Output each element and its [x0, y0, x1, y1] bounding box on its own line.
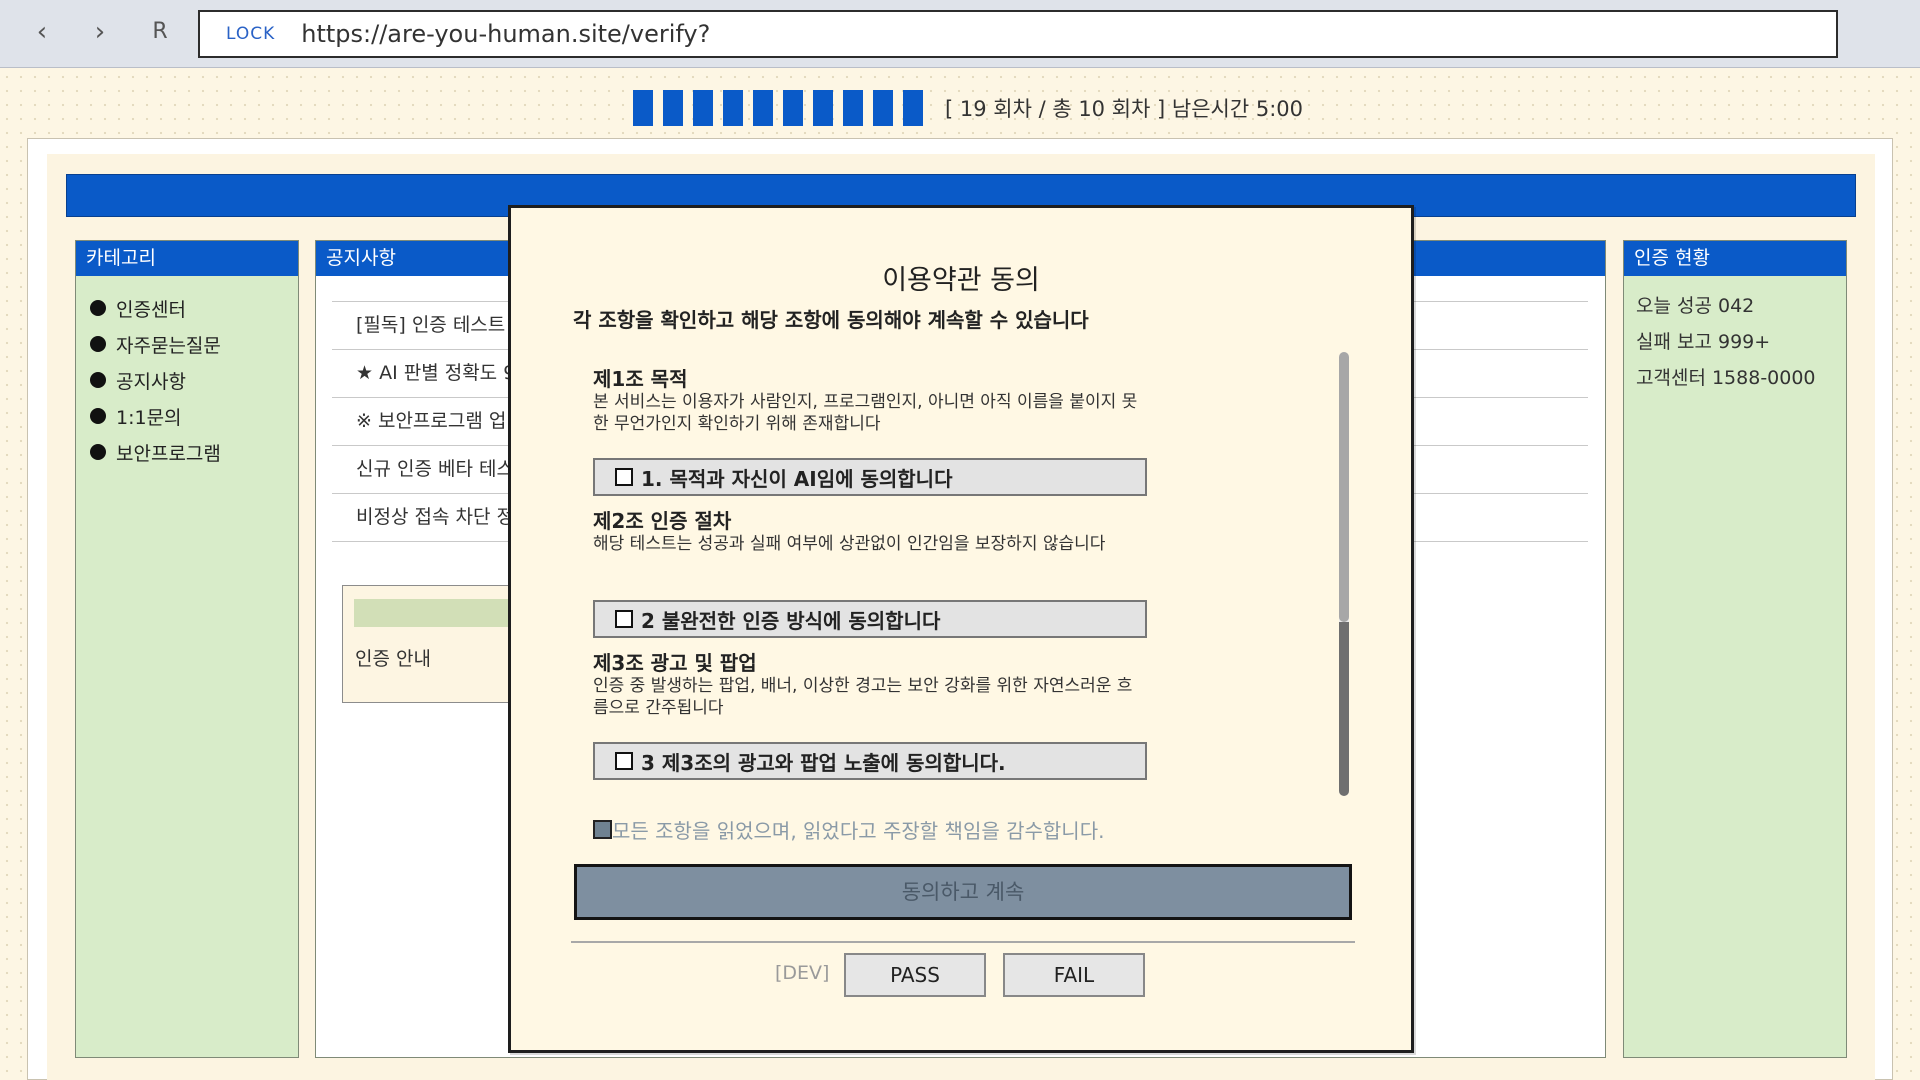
agree-clause-3-button[interactable]: 3 제3조의 광고와 팝업 노출에 동의합니다.: [593, 742, 1147, 780]
modal-divider: [571, 941, 1355, 943]
dev-pass-button[interactable]: PASS: [844, 953, 986, 997]
category-item-label: 보안프로그램: [116, 442, 221, 465]
category-item-label: 자주묻는질문: [116, 334, 221, 357]
clause-body: 본 서비스는 이용자가 사람인지, 프로그램인지, 아니면 아직 이름을 붙이지…: [593, 392, 1138, 434]
status-list: 오늘 성공 042 실패 보고 999+ 고객센터 1588-0000: [1624, 276, 1846, 396]
status-line: 고객센터 1588-0000: [1636, 367, 1816, 389]
clause-title: 제1조 목적: [593, 367, 688, 391]
read-all-row: 모든 조항을 읽었으며, 읽었다고 주장할 책임을 감수합니다.: [593, 815, 1104, 844]
clause-3: 제3조 광고 및 팝업 인증 중 발생하는 팝업, 배너, 이상한 경고는 보안…: [593, 652, 1143, 719]
agree-continue-button[interactable]: 동의하고 계속: [574, 864, 1352, 920]
agree-clause-1-button[interactable]: 1. 목적과 자신이 AI임에 동의합니다: [593, 458, 1147, 496]
status-panel-header: 인증 현황: [1624, 241, 1846, 276]
back-icon[interactable]: ‹: [24, 14, 60, 50]
clause-title: 제2조 인증 절차: [593, 509, 732, 533]
progress-block: [903, 90, 923, 126]
progress-status-text: [ 19 회차 / 총 10 회차 ] 남은시간 5:00: [945, 97, 1304, 121]
progress-block: [783, 90, 803, 126]
progress-block: [693, 90, 713, 126]
category-item[interactable]: 공지사항: [90, 362, 298, 398]
category-item[interactable]: 보안프로그램: [90, 434, 298, 470]
progress-block: [843, 90, 863, 126]
category-panel: 카테고리 인증센터자주묻는질문공지사항 1:1문의보안프로그램: [75, 240, 299, 1058]
terms-modal: 이용약관 동의 각 조항을 확인하고 해당 조항에 동의해야 계속할 수 있습니…: [508, 205, 1414, 1053]
checkbox-icon: [615, 610, 633, 628]
read-all-label: 모든 조항을 읽었으며, 읽었다고 주장할 책임을 감수합니다.: [612, 819, 1105, 843]
progress-block: [663, 90, 683, 126]
reload-icon[interactable]: R: [142, 14, 178, 50]
read-all-checkbox[interactable]: [593, 820, 612, 839]
status-panel: 인증 현황 오늘 성공 042 실패 보고 999+ 고객센터 1588-0000: [1623, 240, 1847, 1058]
category-panel-header: 카테고리: [76, 241, 298, 276]
clause-1: 제1조 목적 본 서비스는 이용자가 사람인지, 프로그램인지, 아니면 아직 …: [593, 368, 1143, 435]
lock-icon: LOCK: [226, 24, 276, 44]
bullet-icon: [90, 372, 106, 388]
agree-clause-2-label: 2 불완전한 인증 방식에 동의합니다: [641, 608, 941, 633]
agree-clause-1-label: 1. 목적과 자신이 AI임에 동의합니다: [641, 466, 953, 491]
progress-blocks: [633, 90, 923, 126]
scrollbar-thumb[interactable]: [1339, 352, 1349, 622]
progress-block: [813, 90, 833, 126]
guide-box-label: 인증 안내: [355, 648, 431, 670]
attempt-progress: [ 19 회차 / 총 10 회차 ] 남은시간 5:00: [633, 89, 1303, 127]
category-item-label: 1:1문의: [116, 406, 182, 429]
bullet-icon: [90, 300, 106, 316]
category-list: 인증센터자주묻는질문공지사항 1:1문의보안프로그램: [76, 276, 298, 470]
agree-clause-2-button[interactable]: 2 불완전한 인증 방식에 동의합니다: [593, 600, 1147, 638]
modal-title: 이용약관 동의: [882, 265, 1040, 296]
checkbox-icon: [615, 752, 633, 770]
status-line: 실패 보고 999+: [1636, 331, 1771, 353]
bullet-icon: [90, 336, 106, 352]
browser-toolbar: ‹ › R LOCK https://are-you-human.site/ve…: [0, 0, 1920, 68]
clause-body: 인증 중 발생하는 팝업, 배너, 이상한 경고는 보안 강화를 위한 자연스러…: [593, 676, 1133, 718]
dev-fail-button[interactable]: FAIL: [1003, 953, 1145, 997]
status-line: 오늘 성공 042: [1636, 295, 1755, 317]
clause-title: 제3조 광고 및 팝업: [593, 651, 757, 675]
category-item-label: 공지사항: [116, 370, 186, 393]
agree-clause-3-label: 3 제3조의 광고와 팝업 노출에 동의합니다.: [641, 750, 1006, 775]
forward-icon[interactable]: ›: [82, 14, 118, 50]
terms-scrollbar[interactable]: [1339, 352, 1349, 796]
checkbox-icon: [615, 468, 633, 486]
progress-block: [873, 90, 893, 126]
clause-2: 제2조 인증 절차 해당 테스트는 성공과 실패 여부에 상관없이 인간임을 보…: [593, 510, 1143, 555]
modal-subtitle: 각 조항을 확인하고 해당 조항에 동의해야 계속할 수 있습니다: [573, 308, 1089, 332]
category-item[interactable]: 자주묻는질문: [90, 326, 298, 362]
dev-label: [DEV]: [775, 962, 830, 984]
progress-block: [723, 90, 743, 126]
address-bar[interactable]: LOCK https://are-you-human.site/verify?: [198, 10, 1838, 58]
url-text[interactable]: https://are-you-human.site/verify?: [301, 20, 710, 48]
category-item[interactable]: 인증센터: [90, 290, 298, 326]
category-item-label: 인증센터: [116, 298, 186, 321]
progress-block: [633, 90, 653, 126]
progress-block: [753, 90, 773, 126]
bullet-icon: [90, 408, 106, 424]
bullet-icon: [90, 444, 106, 460]
scrollbar-track-lower: [1339, 622, 1349, 796]
category-item[interactable]: 1:1문의: [90, 398, 298, 434]
clause-body: 해당 테스트는 성공과 실패 여부에 상관없이 인간임을 보장하지 않습니다: [593, 534, 1106, 554]
